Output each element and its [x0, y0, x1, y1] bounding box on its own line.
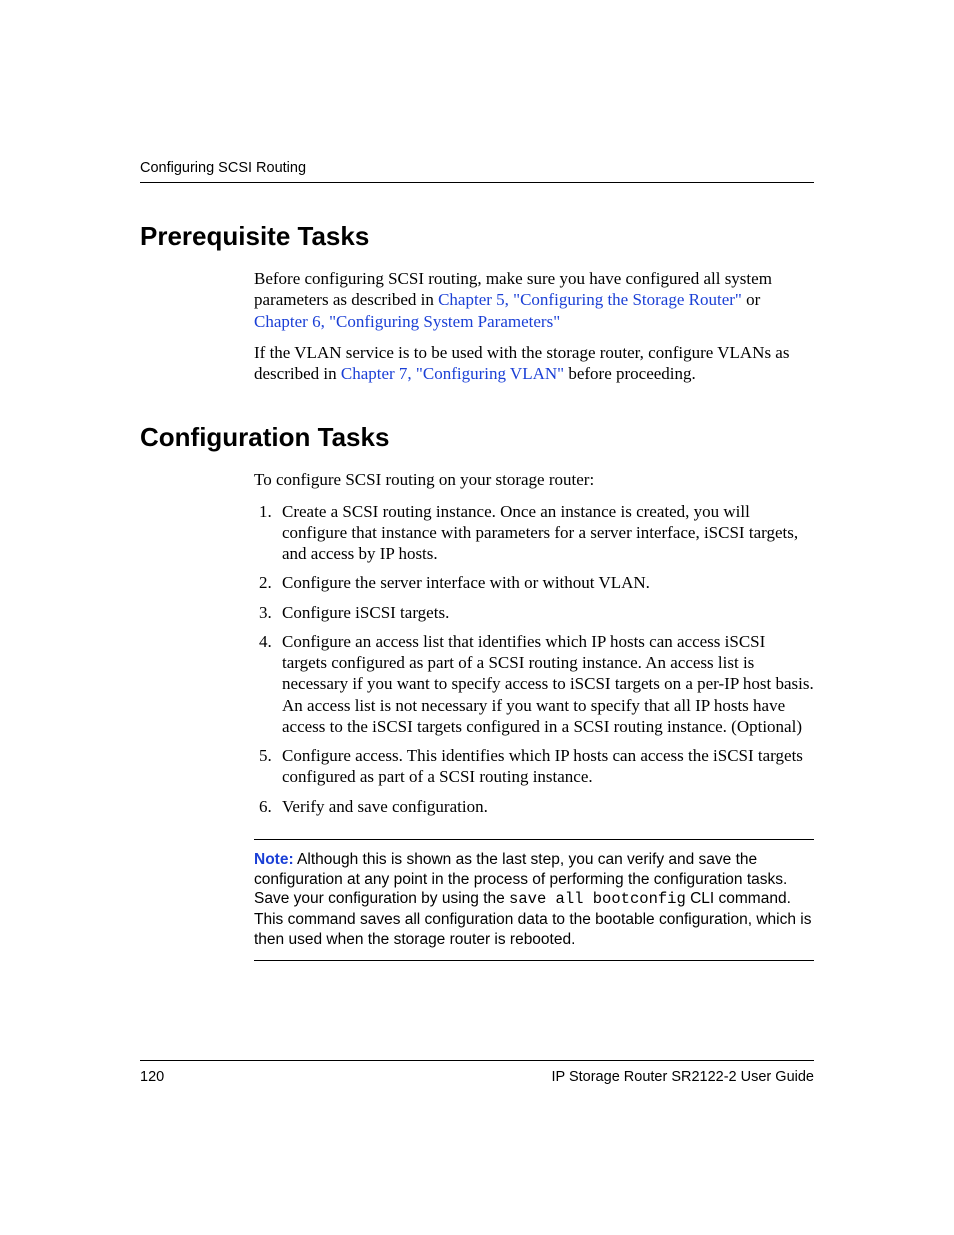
link-chapter-7[interactable]: Chapter 7, "Configuring VLAN"	[341, 364, 564, 383]
step-item: Configure access. This identifies which …	[276, 745, 814, 788]
step-item: Create a SCSI routing instance. Once an …	[276, 501, 814, 565]
note-label: Note:	[254, 851, 294, 868]
config-intro: To configure SCSI routing on your storag…	[254, 469, 814, 490]
prereq-paragraph-2: If the VLAN service is to be used with t…	[254, 342, 814, 385]
running-header: Configuring SCSI Routing	[140, 160, 814, 183]
page-number: 120	[140, 1069, 164, 1085]
config-steps-list: Create a SCSI routing instance. Once an …	[254, 501, 814, 817]
note-block: Note: Although this is shown as the last…	[254, 839, 814, 961]
page-footer: 120 IP Storage Router SR2122-2 User Guid…	[140, 1060, 814, 1085]
prereq-paragraph-1: Before configuring SCSI routing, make su…	[254, 268, 814, 332]
note-cli-command: save all bootconfig	[509, 890, 686, 908]
link-chapter-5[interactable]: Chapter 5, "Configuring the Storage Rout…	[438, 290, 742, 309]
doc-title: IP Storage Router SR2122-2 User Guide	[552, 1069, 815, 1085]
step-item: Configure iSCSI targets.	[276, 602, 814, 623]
heading-prerequisite-tasks: Prerequisite Tasks	[140, 221, 814, 252]
link-chapter-6[interactable]: Chapter 6, "Configuring System Parameter…	[254, 312, 560, 331]
step-item: Configure an access list that identifies…	[276, 631, 814, 737]
step-item: Verify and save configuration.	[276, 796, 814, 817]
step-item: Configure the server interface with or w…	[276, 572, 814, 593]
text: or	[742, 290, 760, 309]
text: before proceeding.	[564, 364, 696, 383]
heading-configuration-tasks: Configuration Tasks	[140, 422, 814, 453]
